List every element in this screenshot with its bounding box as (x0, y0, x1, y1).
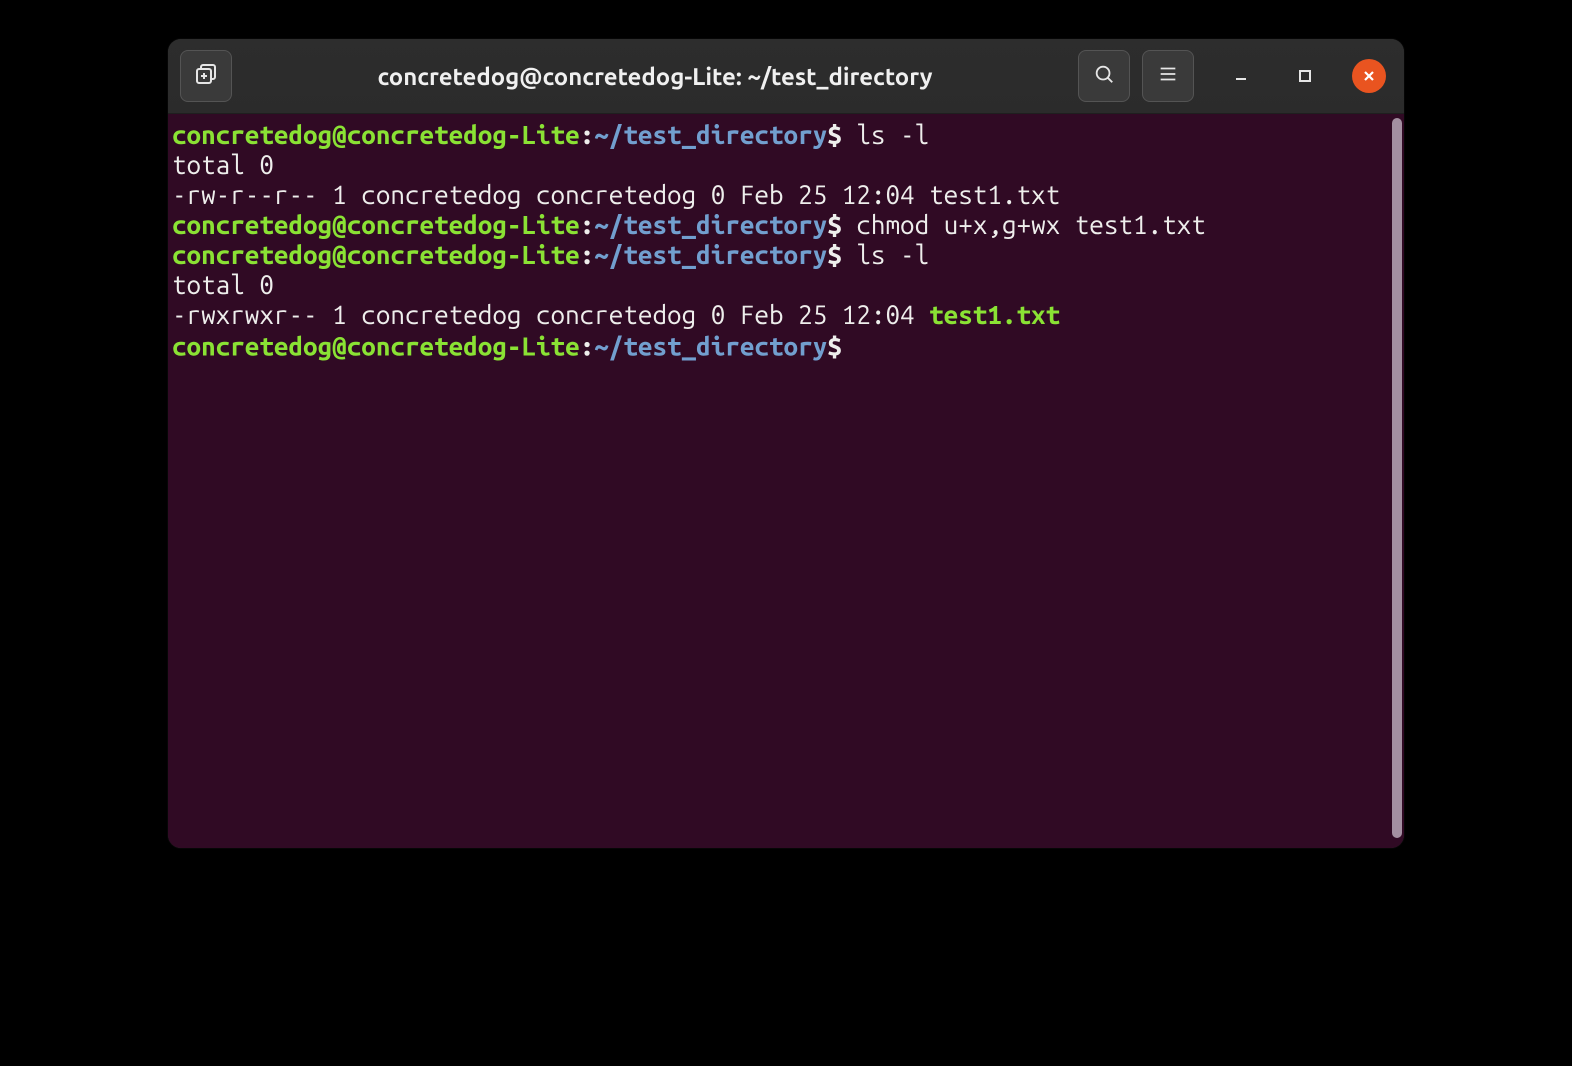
prompt-dollar: $ (827, 240, 856, 269)
output-text: -rw-r--r-- 1 concretedog concretedog 0 F… (172, 180, 1060, 209)
titlebar: concretedog@concretedog-Lite: ~/test_dir… (168, 39, 1404, 114)
terminal-line: -rw-r--r-- 1 concretedog concretedog 0 F… (172, 180, 1386, 210)
command-text: ls -l (856, 120, 929, 149)
cursor (856, 330, 872, 357)
prompt-colon: : (580, 240, 595, 269)
scrollbar[interactable] (1390, 114, 1404, 848)
close-button[interactable] (1352, 59, 1386, 93)
prompt-colon: : (580, 210, 595, 239)
command-text: chmod u+x,g+wx test1.txt (856, 210, 1205, 239)
command-text: ls -l (856, 240, 929, 269)
prompt-colon: : (580, 120, 595, 149)
prompt-colon: : (580, 331, 595, 360)
prompt-path: ~/test_directory (594, 240, 827, 269)
menu-button[interactable] (1142, 50, 1194, 102)
prompt-userhost: concretedog@concretedog-Lite (172, 210, 580, 239)
terminal-line: total 0 (172, 150, 1386, 180)
terminal-line: total 0 (172, 270, 1386, 300)
executable-filename: test1.txt (929, 300, 1060, 329)
prompt-userhost: concretedog@concretedog-Lite (172, 120, 580, 149)
maximize-button[interactable] (1288, 59, 1322, 93)
prompt-path: ~/test_directory (594, 210, 827, 239)
terminal-window: concretedog@concretedog-Lite: ~/test_dir… (167, 38, 1405, 849)
prompt-path: ~/test_directory (594, 120, 827, 149)
search-icon (1093, 63, 1115, 90)
new-tab-icon (194, 62, 218, 91)
close-icon (1362, 69, 1376, 83)
terminal-line: concretedog@concretedog-Lite:~/test_dire… (172, 330, 1386, 361)
search-button[interactable] (1078, 50, 1130, 102)
minimize-button[interactable] (1224, 59, 1258, 93)
terminal-line: -rwxrwxr-- 1 concretedog concretedog 0 F… (172, 300, 1386, 330)
prompt-dollar: $ (827, 120, 856, 149)
terminal-line: concretedog@concretedog-Lite:~/test_dire… (172, 120, 1386, 150)
new-tab-button[interactable] (180, 50, 232, 102)
hamburger-icon (1157, 63, 1179, 90)
prompt-userhost: concretedog@concretedog-Lite (172, 240, 580, 269)
prompt-userhost: concretedog@concretedog-Lite (172, 331, 580, 360)
prompt-path: ~/test_directory (594, 331, 827, 360)
prompt-dollar: $ (827, 331, 856, 360)
maximize-icon (1298, 69, 1312, 83)
output-text: total 0 (172, 270, 274, 299)
output-text: total 0 (172, 150, 274, 179)
terminal-line: concretedog@concretedog-Lite:~/test_dire… (172, 240, 1386, 270)
terminal-output[interactable]: concretedog@concretedog-Lite:~/test_dire… (168, 114, 1390, 848)
terminal-line: concretedog@concretedog-Lite:~/test_dire… (172, 210, 1386, 240)
minimize-icon (1233, 68, 1249, 84)
window-title: concretedog@concretedog-Lite: ~/test_dir… (244, 63, 1066, 90)
scrollbar-thumb[interactable] (1392, 118, 1402, 838)
output-text: -rwxrwxr-- 1 concretedog concretedog 0 F… (172, 300, 929, 329)
prompt-dollar: $ (827, 210, 856, 239)
